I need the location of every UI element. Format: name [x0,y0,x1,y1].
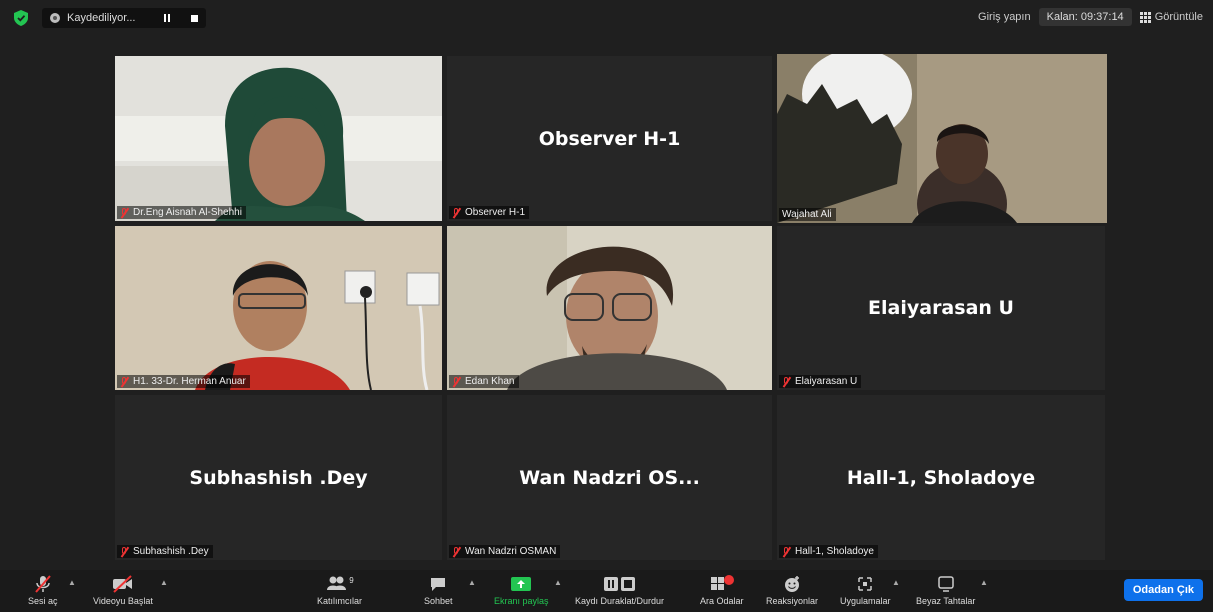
share-screen-button[interactable]: Ekranı paylaş [494,574,549,606]
grid-view-icon [1139,11,1151,23]
reactions-label: Reaksiyonlar [766,596,819,606]
muted-mic-icon [120,207,129,218]
participant-name: Edan Khan [465,376,515,387]
participant-name-label: Wan Nadzri OSMAN [449,545,561,558]
muted-mic-icon [120,546,129,557]
muted-mic-icon [120,376,129,387]
participant-name-label: Wajahat Ali [779,208,836,221]
stop-recording-icon[interactable] [191,14,199,22]
muted-mic-icon [452,376,461,387]
participants-label: Katılımcılar [317,596,363,606]
participant-name: Observer H-1 [465,207,526,218]
participant-name: Elaiyarasan U [795,376,858,387]
muted-mic-icon [34,575,51,593]
apps-options-caret-icon[interactable]: ▲ [892,578,900,587]
participant-name: H1. 33-Dr. Herman Anuar [133,376,246,387]
start-video-label: Videoyu Başlat [93,596,153,606]
participant-display-name: Subhashish .Dey [189,466,368,489]
pause-stop-recording-button[interactable]: Kaydı Duraklat/Durdur [575,574,664,606]
participant-tile[interactable]: Subhashish .Dey Subhashish .Dey [115,395,442,560]
participant-display-name: Observer H-1 [538,127,681,150]
start-video-button[interactable]: Videoyu Başlat [93,574,153,606]
participant-name: Wajahat Ali [782,209,832,220]
muted-mic-icon [782,376,791,387]
participants-count: 9 [349,575,354,585]
participant-tile[interactable]: Observer H-1 Observer H-1 [447,56,772,221]
chat-options-caret-icon[interactable]: ▲ [468,578,476,587]
reactions-icon [785,576,800,592]
recording-icon [50,13,60,23]
muted-mic-icon [452,207,461,218]
apps-label: Uygulamalar [840,596,891,606]
view-label: Görüntüle [1154,11,1203,23]
whiteboard-icon [937,576,954,592]
participant-name-label: Observer H-1 [449,206,530,219]
pause-stop-recording-icon [603,577,635,591]
participant-display-name: Wan Nadzri OS... [519,466,700,489]
whiteboards-button[interactable]: Beyaz Tahtalar [916,574,975,606]
whiteboard-options-caret-icon[interactable]: ▲ [980,578,988,587]
whiteboards-label: Beyaz Tahtalar [916,596,976,606]
meeting-toolbar: Sesi aç ▲ Videoyu Başlat ▲ 9 Katılımcıla… [0,570,1213,612]
view-button[interactable]: Görüntüle [1139,11,1203,23]
participant-video [447,226,772,390]
participant-name-label: Elaiyarasan U [779,375,862,388]
participant-tile[interactable]: H1. 33-Dr. Herman Anuar [115,226,442,390]
participant-name-label: Dr.Eng Aisnah Al-Shehhi [117,206,246,219]
breakout-rooms-label: Ara Odalar [700,596,744,606]
security-shield-icon[interactable] [14,10,28,26]
participant-video [115,56,442,221]
share-screen-label: Ekranı paylaş [494,596,549,606]
participant-name-label: Edan Khan [449,375,519,388]
muted-mic-icon [782,546,791,557]
breakout-rooms-icon [710,575,734,590]
participant-tile[interactable]: Dr.Eng Aisnah Al-Shehhi [115,56,442,221]
signin-link[interactable]: Giriş yapın [978,11,1031,23]
participant-name-label: Hall-1, Sholadoye [779,545,878,558]
meeting-timer: Kalan: 09:37:14 [1038,8,1132,26]
participant-display-name: Elaiyarasan U [868,297,1014,319]
participant-name-label: Subhashish .Dey [117,545,213,558]
participant-tile-active-speaker[interactable]: Wajahat Ali [777,54,1107,223]
chat-button[interactable]: Sohbet [424,574,453,606]
apps-icon [858,577,873,591]
chat-icon [431,578,446,591]
participant-video [777,54,1107,223]
participant-name: Hall-1, Sholadoye [795,546,874,557]
recording-indicator: Kaydediliyor... [42,8,207,28]
participant-tile[interactable]: Hall-1, Sholadoye Hall-1, Sholadoye [777,395,1105,560]
breakout-rooms-button[interactable]: Ara Odalar [700,574,744,606]
participant-name: Dr.Eng Aisnah Al-Shehhi [133,207,242,218]
share-options-caret-icon[interactable]: ▲ [554,578,562,587]
reactions-button[interactable]: Reaksiyonlar [766,574,818,606]
pause-recording-icon[interactable] [164,14,171,22]
audio-options-caret-icon[interactable]: ▲ [68,578,76,587]
participant-name-label: H1. 33-Dr. Herman Anuar [117,375,250,388]
unmute-label: Sesi aç [28,596,58,606]
video-options-caret-icon[interactable]: ▲ [160,578,168,587]
top-bar: Kaydediliyor... Giriş yapın Kalan: 09:37… [0,0,1213,36]
participant-tile[interactable]: Edan Khan [447,226,772,390]
video-off-icon [112,575,132,593]
apps-button[interactable]: Uygulamalar [840,574,891,606]
participants-button[interactable]: 9 Katılımcılar [317,574,363,607]
share-screen-icon [511,577,532,591]
participant-video [115,226,442,390]
participant-tile[interactable]: Elaiyarasan U Elaiyarasan U [777,226,1105,390]
participant-display-name: Hall-1, Sholadoye [846,466,1036,489]
recording-label: Kaydediliyor... [67,12,136,24]
participant-name: Subhashish .Dey [133,546,209,557]
muted-mic-icon [452,546,461,557]
leave-button[interactable]: Odadan Çık [1123,579,1203,601]
record-label: Kaydı Duraklat/Durdur [575,596,665,606]
participant-tile[interactable]: Wan Nadzri OS... Wan Nadzri OSMAN [447,395,772,560]
participant-name: Wan Nadzri OSMAN [465,546,557,557]
unmute-button[interactable]: Sesi aç [28,574,58,606]
chat-label: Sohbet [424,596,453,606]
